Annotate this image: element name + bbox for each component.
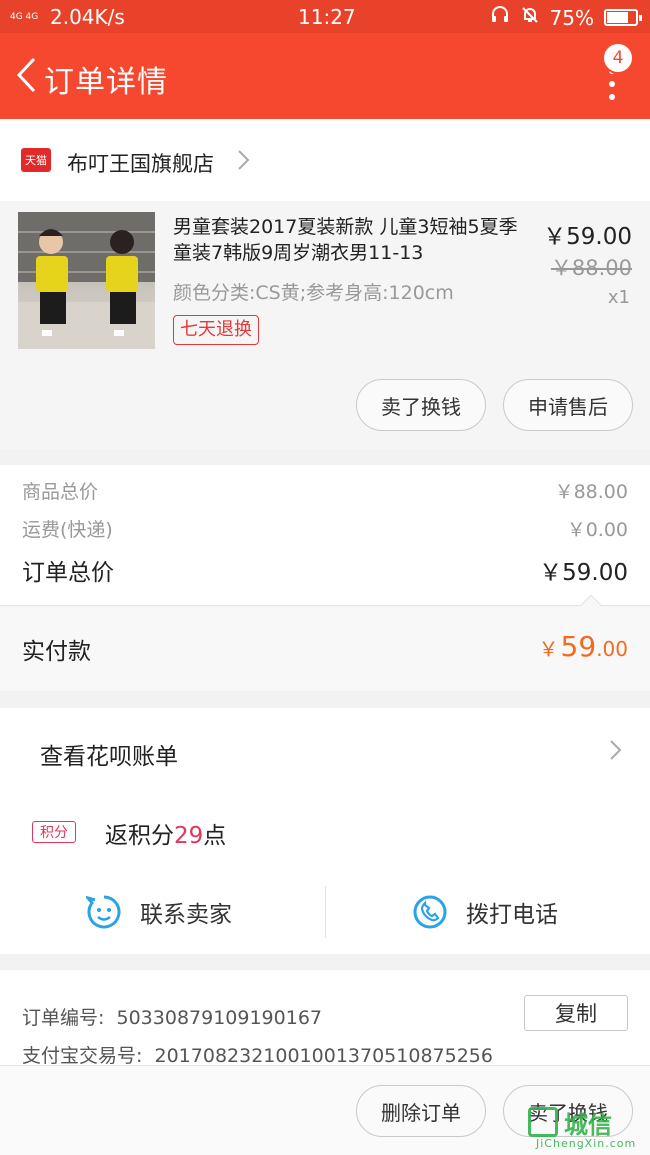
nav-bar: 订单详情 4: [0, 33, 650, 119]
alipay-number-line: 支付宝交易号: 2017082321001001370510875256: [22, 1041, 493, 1068]
service-block: 查看花呗账单 积分 返积分29点 联系卖家 拨打电话: [0, 708, 650, 954]
store-row[interactable]: 天猫 布叮王国旗舰店: [0, 119, 650, 201]
product-item[interactable]: 男童套装2017夏装新款 儿童3短袖5夏季童装7韩版9周岁潮衣男11-13 颜色…: [0, 201, 650, 449]
bottom-action-bar: 删除订单 卖了换钱 城信 JiChengXin.com: [0, 1065, 650, 1155]
chevron-right-icon: [236, 149, 250, 175]
paid-integer: 59: [560, 630, 597, 663]
mute-bell-icon: [520, 5, 540, 30]
product-sku: 颜色分类:CS黄;参考身高:120cm: [173, 282, 454, 304]
goods-total-value: ￥88.00: [554, 481, 628, 503]
watermark-logo: 城信 JiChengXin.com: [528, 1105, 646, 1151]
order-info: 订单编号: 50330879109190167 支付宝交易号: 20170823…: [0, 970, 650, 1068]
paid-label: 实付款: [22, 639, 91, 665]
notification-badge: 4: [602, 42, 634, 74]
contact-seller-button[interactable]: 联系卖家: [86, 884, 232, 940]
call-phone-button[interactable]: 拨打电话: [412, 884, 558, 940]
product-price: ￥59.00: [543, 224, 632, 250]
points-amount: 29: [174, 823, 204, 849]
paid-amount: ￥ 59 .00: [539, 630, 628, 663]
status-right: 75%: [490, 5, 642, 30]
battery-percent: 75%: [549, 5, 594, 30]
paid-decimal: .00: [596, 637, 628, 661]
call-phone-label: 拨打电话: [466, 902, 558, 928]
order-number: 50330879109190167: [116, 1007, 323, 1029]
network-indicator: 4G 4G 2.04K/s: [10, 5, 125, 29]
points-text: 返积分29点: [105, 823, 227, 849]
more-menu-button[interactable]: [602, 68, 622, 108]
chevron-right-icon: [608, 739, 622, 765]
battery-icon: [604, 9, 642, 26]
store-name[interactable]: 布叮王国旗舰店: [67, 148, 214, 178]
copy-button[interactable]: 复制: [524, 995, 628, 1031]
back-button[interactable]: [8, 53, 44, 97]
order-total-value: ￥59.00: [539, 560, 628, 586]
clock: 11:27: [298, 5, 356, 29]
chat-face-icon: [86, 895, 121, 929]
apply-after-sale-button[interactable]: 申请售后: [503, 379, 633, 431]
shipping-row: 运费(快递) ￥0.00: [22, 515, 628, 542]
order-number-line: 订单编号: 50330879109190167: [22, 1003, 322, 1030]
status-bar: 4G 4G 2.04K/s 11:27 75%: [0, 0, 650, 33]
alipay-number: 2017082321001001370510875256: [154, 1045, 493, 1067]
shipping-value: ￥0.00: [566, 519, 628, 541]
product-title[interactable]: 男童套装2017夏装新款 儿童3短袖5夏季童装7韩版9周岁潮衣男11-13: [173, 214, 523, 266]
sell-for-cash-button[interactable]: 卖了换钱: [356, 379, 486, 431]
paid-currency: ￥: [538, 637, 559, 661]
product-image[interactable]: [18, 212, 155, 349]
network-speed: 2.04K/s: [50, 5, 125, 29]
paid-amount-row: 实付款 ￥ 59 .00: [0, 594, 650, 691]
headset-icon: [490, 5, 510, 30]
return-policy-tag: 七天退换: [173, 315, 259, 345]
price-summary: 商品总价 ￥88.00 运费(快递) ￥0.00 订单总价 ￥59.00: [0, 465, 650, 605]
tmall-icon: 天猫: [21, 148, 51, 172]
chevron-left-icon: [16, 57, 36, 93]
goods-total-label: 商品总价: [22, 481, 99, 503]
delete-order-button[interactable]: 删除订单: [356, 1085, 486, 1137]
order-number-label: 订单编号:: [22, 1007, 105, 1029]
shipping-label: 运费(快递): [22, 519, 113, 541]
points-icon: 积分: [32, 821, 76, 843]
product-original-price: ￥88.00: [550, 256, 632, 280]
order-total-row: 订单总价 ￥59.00: [22, 553, 628, 587]
phone-icon: [413, 895, 447, 929]
goods-total-row: 商品总价 ￥88.00: [22, 477, 628, 504]
product-quantity: x1: [607, 287, 630, 308]
huabei-bill-link[interactable]: 查看花呗账单: [40, 737, 178, 771]
alipay-number-label: 支付宝交易号:: [22, 1045, 143, 1067]
signal-icon: 4G 4G: [10, 11, 39, 22]
page-title: 订单详情: [44, 65, 168, 100]
contact-seller-label: 联系卖家: [140, 902, 232, 928]
order-total-label: 订单总价: [22, 560, 114, 586]
